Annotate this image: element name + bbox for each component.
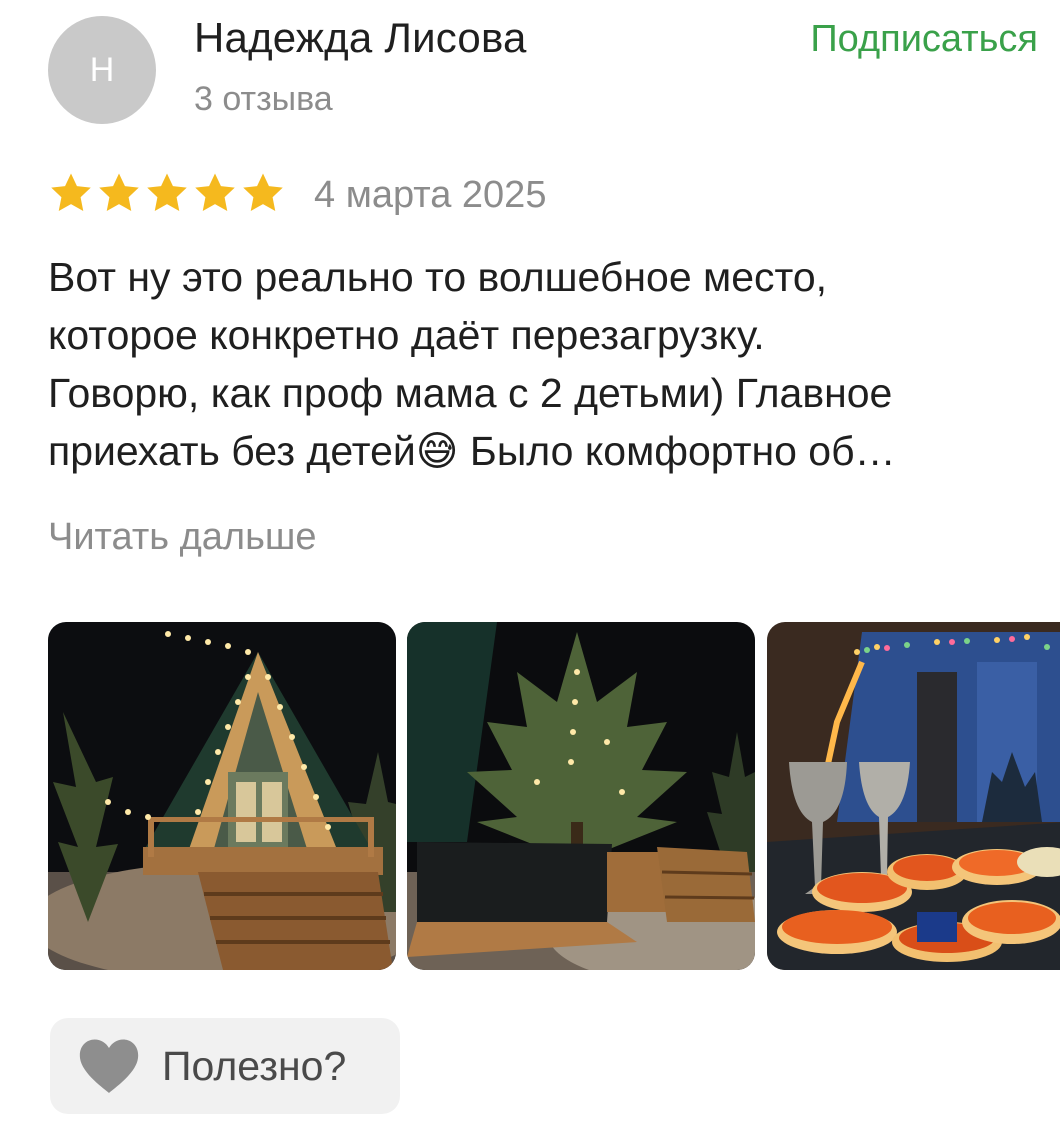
photo-pine-tree-hot-tub xyxy=(407,622,755,970)
star-icon xyxy=(243,173,283,212)
author-name[interactable]: Надежда Лисова xyxy=(194,14,527,62)
avatar-initial: Н xyxy=(89,50,115,89)
subscribe-button[interactable]: Подписаться xyxy=(810,18,1038,61)
star-icon xyxy=(147,173,187,212)
star-icon xyxy=(51,173,91,212)
review-date: 4 марта 2025 xyxy=(314,174,547,216)
avatar[interactable]: Н xyxy=(48,16,156,124)
review-photo-cabin[interactable] xyxy=(48,622,396,970)
photo-interior-caviar-glasses xyxy=(767,622,1060,970)
review-count[interactable]: 3 отзыва xyxy=(194,80,333,119)
useful-button[interactable]: Полезно? xyxy=(50,1018,400,1114)
review-photo-interior[interactable] xyxy=(767,622,1060,970)
rating-stars xyxy=(48,170,286,216)
heart-icon xyxy=(79,1039,139,1094)
read-more-link[interactable]: Читать дальше xyxy=(48,516,317,559)
star-icon xyxy=(99,173,139,212)
review-text: Вот ну это реально то волшебное место, к… xyxy=(48,254,896,474)
star-icon xyxy=(195,173,235,212)
useful-label: Полезно? xyxy=(162,1042,347,1089)
photo-a-frame-cabin-night xyxy=(48,622,396,970)
review-photo-hot-tub[interactable] xyxy=(407,622,755,970)
